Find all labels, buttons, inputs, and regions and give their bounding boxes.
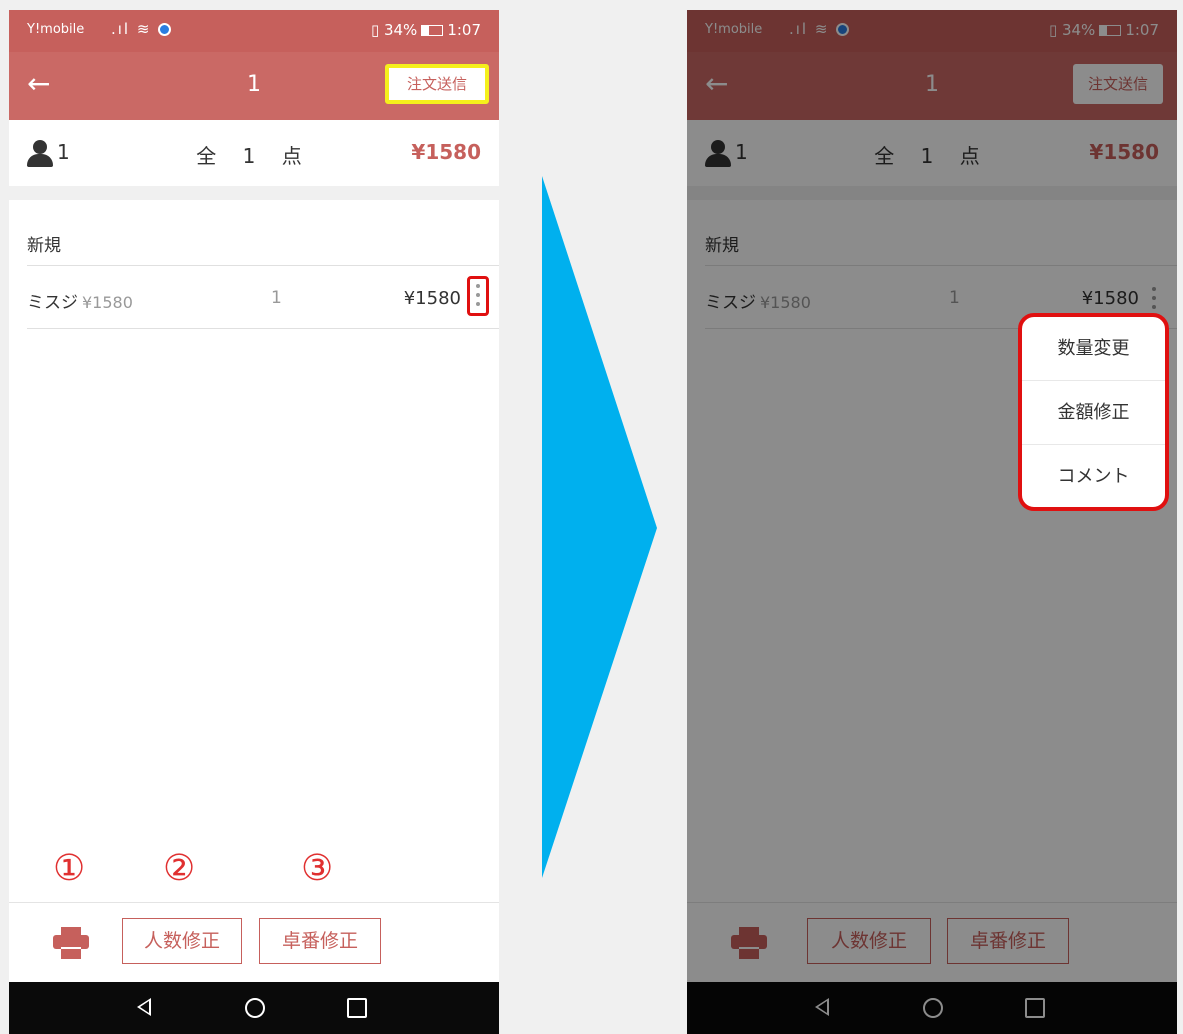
transition-arrow xyxy=(542,176,657,878)
nav-home-icon[interactable] xyxy=(245,998,265,1018)
clock: 1:07 xyxy=(447,21,481,39)
item-price: ¥1580 xyxy=(403,288,461,309)
carrier-label: Y!mobile xyxy=(27,22,85,37)
annotation-1: ① xyxy=(53,848,86,889)
dim-overlay[interactable] xyxy=(687,10,1177,1034)
nav-recents-icon[interactable] xyxy=(347,998,367,1018)
menu-item-edit-amount[interactable]: 金額修正 xyxy=(1022,381,1165,445)
app-bar: ← 1 注文送信 xyxy=(9,52,499,120)
nav-back-icon[interactable] xyxy=(137,998,151,1016)
annotation-3: ③ xyxy=(301,848,334,889)
system-nav-bar xyxy=(9,982,499,1034)
edit-table-button[interactable]: 卓番修正 xyxy=(259,918,381,964)
printer-icon[interactable] xyxy=(53,927,89,959)
menu-item-change-quantity[interactable]: 数量変更 xyxy=(1022,317,1165,381)
divider xyxy=(27,265,499,266)
item-quantity: 1 xyxy=(271,288,282,308)
phone-screen-before: Y!mobile .ıl ≋ ▯ 34% 1:07 ← 1 注文送信 1 全 1 … xyxy=(9,10,499,1034)
edit-guests-button[interactable]: 人数修正 xyxy=(122,918,242,964)
battery-icon xyxy=(421,25,444,36)
section-label-new: 新規 xyxy=(27,236,61,256)
total-price: ¥1580 xyxy=(411,140,481,164)
item-name: ミスジ ¥1580 xyxy=(27,293,133,313)
item-options-menu: 数量変更 金額修正 コメント xyxy=(1018,313,1169,511)
send-order-button[interactable]: 注文送信 xyxy=(385,64,489,104)
more-options-icon[interactable] xyxy=(467,276,489,316)
status-right: ▯ 34% 1:07 xyxy=(370,21,481,39)
shield-icon xyxy=(158,23,172,36)
menu-item-comment[interactable]: コメント xyxy=(1022,445,1165,508)
phone-screen-after: Y!mobile .ıl ≋ ▯ 34% 1:07 ← 1 注文送信 1 全 1 … xyxy=(687,10,1177,1034)
order-summary: 1 全 1 点 ¥1580 xyxy=(9,120,499,200)
annotation-2: ② xyxy=(163,848,196,889)
signal-wifi-icon: .ıl ≋ xyxy=(111,20,172,38)
divider xyxy=(27,328,499,329)
battery-percent: 34% xyxy=(383,21,418,39)
item-unit-price: ¥1580 xyxy=(82,293,133,312)
status-bar: Y!mobile .ıl ≋ ▯ 34% 1:07 xyxy=(9,10,499,52)
